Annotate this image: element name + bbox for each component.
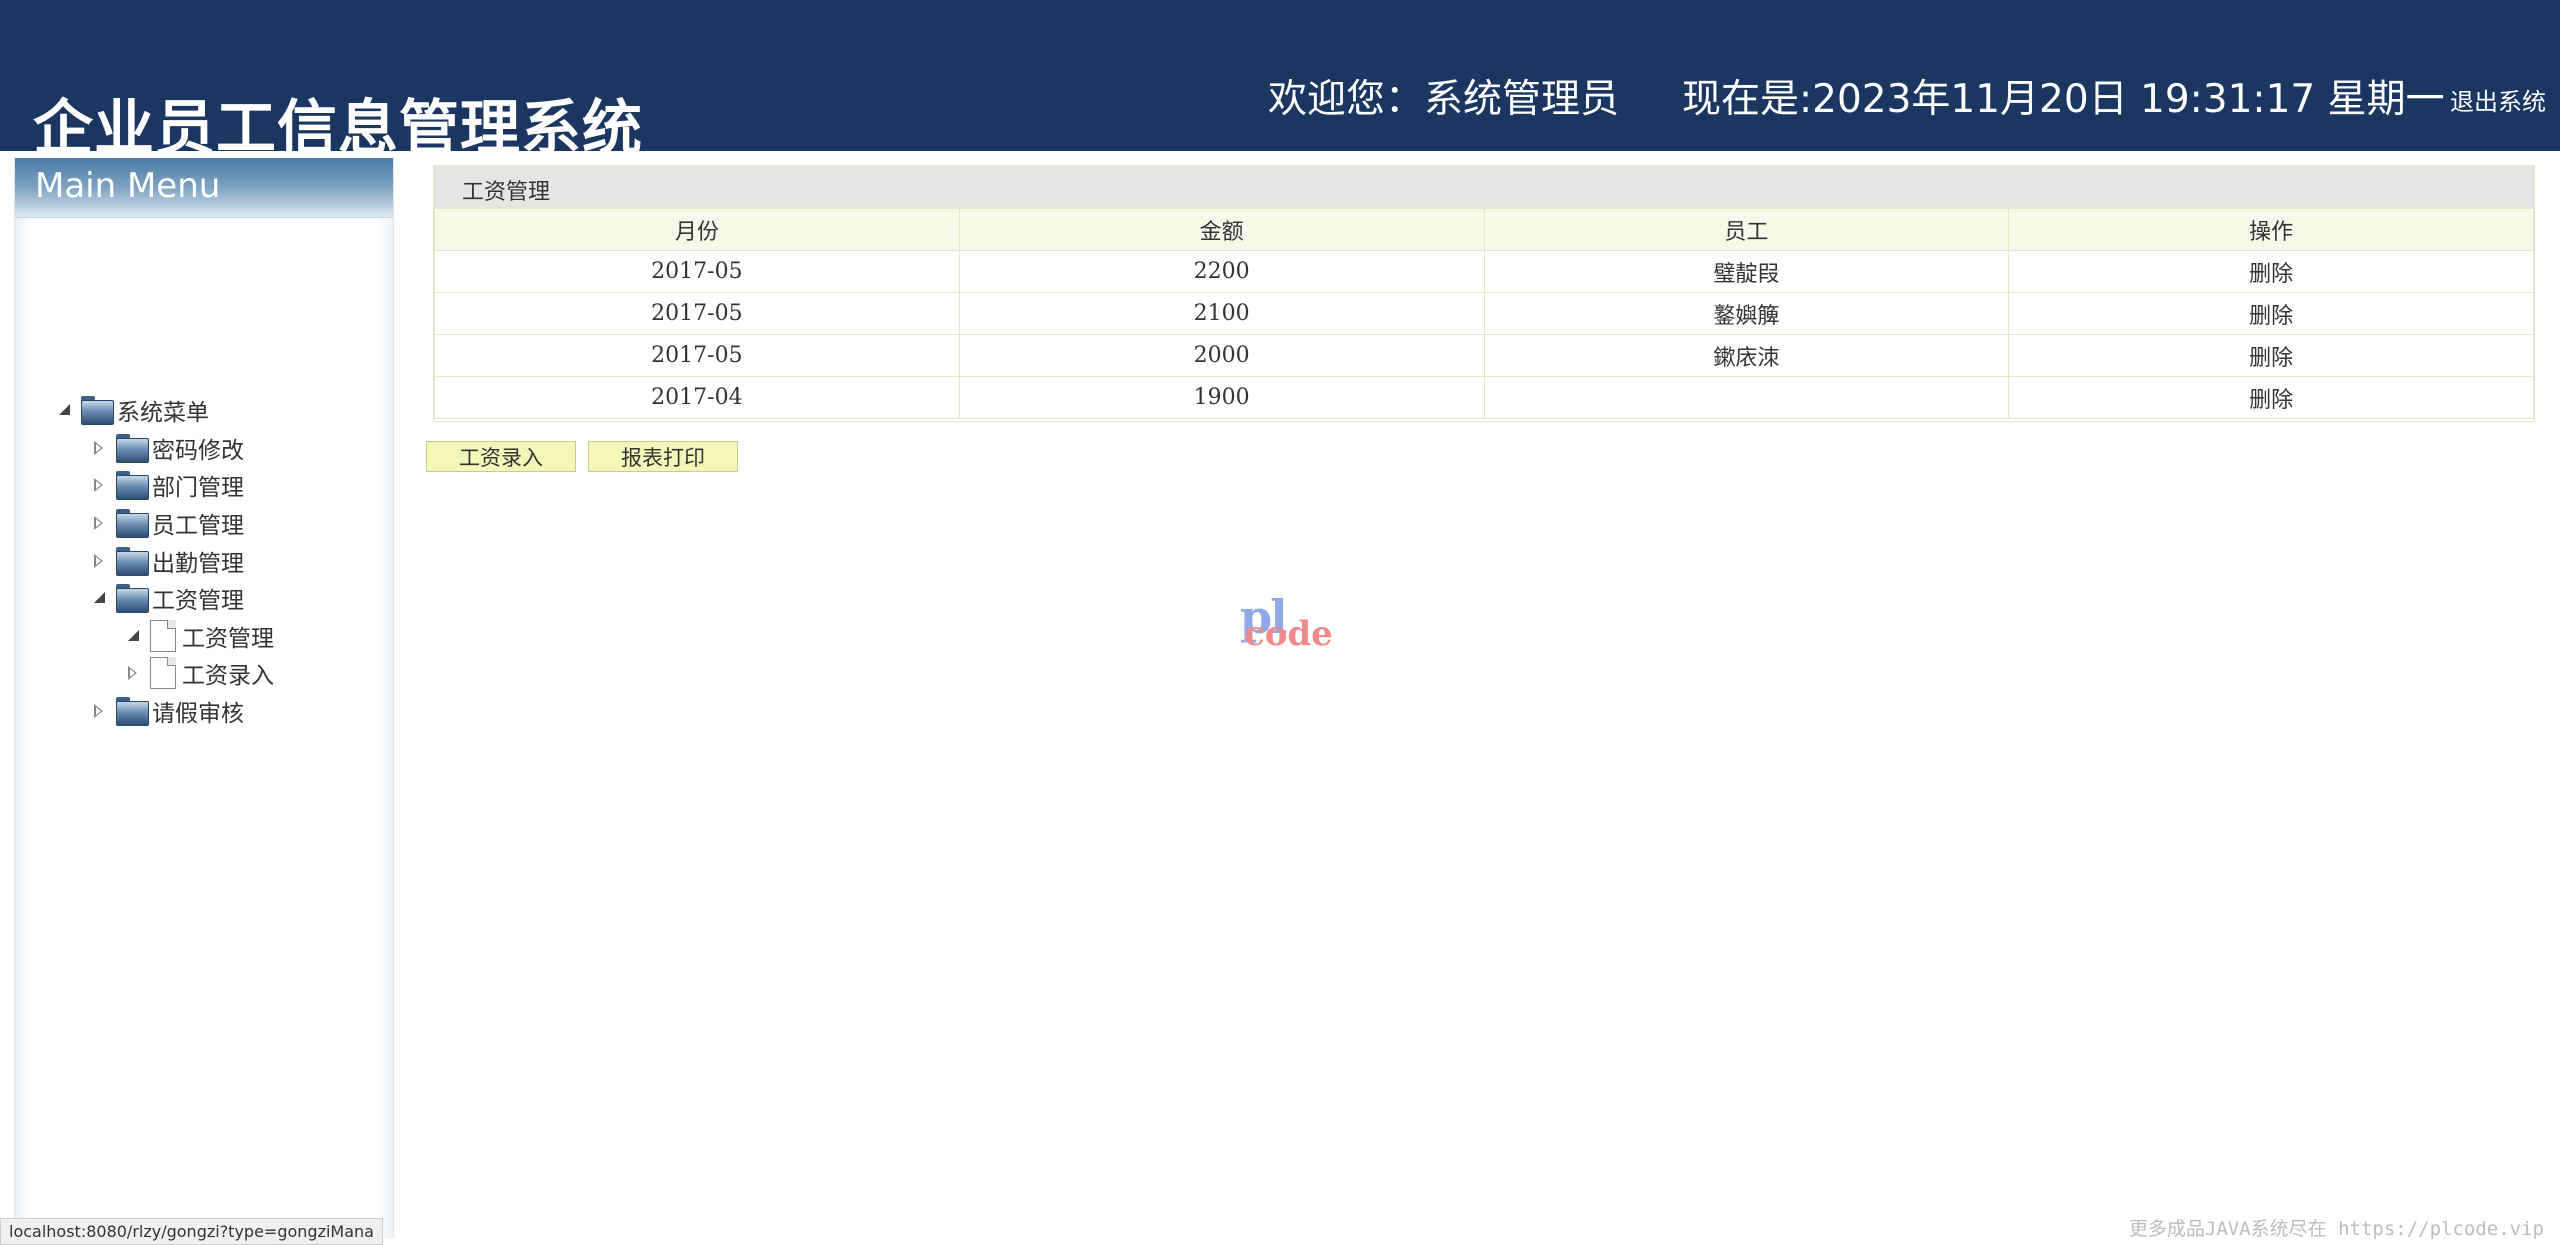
delete-link[interactable]: 删除 xyxy=(2008,334,2534,377)
folder-icon xyxy=(116,434,149,463)
column-header-amount: 金额 xyxy=(958,208,1485,251)
delete-link[interactable]: 删除 xyxy=(2008,376,2534,419)
delete-link[interactable]: 删除 xyxy=(2008,250,2534,293)
tree-node-password[interactable]: 密码修改 xyxy=(92,430,244,466)
tree-node-salary[interactable]: 工资管理 xyxy=(92,580,244,616)
collapse-triangle-icon[interactable] xyxy=(92,591,106,605)
table-header-row: 月份 金额 员工 操作 xyxy=(434,208,2534,251)
cell-employee: 鏉庡洓 xyxy=(1483,334,2010,377)
expand-triangle-icon[interactable] xyxy=(126,666,140,680)
tree-node-label: 工资管理 xyxy=(152,588,244,614)
table-row: 2017-05 2200 璧靛叚 删除 xyxy=(434,250,2534,293)
cell-amount: 2100 xyxy=(958,292,1485,335)
collapse-triangle-icon[interactable] xyxy=(57,403,71,417)
folder-icon xyxy=(116,509,149,538)
file-icon xyxy=(150,657,176,689)
cell-employee: 鐜嬩簲 xyxy=(1483,292,2010,335)
panel-header: 工资管理 xyxy=(434,166,2534,208)
column-header-month: 月份 xyxy=(434,208,960,251)
current-time: 现在是:2023年11月20日 19:31:17 星期一 xyxy=(1682,77,2445,122)
report-print-button[interactable]: 报表打印 xyxy=(588,441,738,472)
tree-node-employee[interactable]: 员工管理 xyxy=(92,505,244,541)
tree-node-label: 部门管理 xyxy=(152,475,244,501)
collapse-triangle-icon[interactable] xyxy=(126,629,140,643)
column-header-action: 操作 xyxy=(2008,208,2534,251)
folder-icon xyxy=(81,396,114,425)
folder-icon xyxy=(116,547,149,576)
expand-triangle-icon[interactable] xyxy=(92,441,106,455)
column-header-employee: 员工 xyxy=(1483,208,2010,251)
logout-link[interactable]: 退出系统 xyxy=(2450,82,2546,117)
tree-node-salary-manage[interactable]: 工资管理 xyxy=(126,618,274,654)
tree-node-label: 密码修改 xyxy=(152,438,244,464)
tree-node-leave[interactable]: 请假审核 xyxy=(92,693,244,729)
table-row: 2017-05 2000 鏉庡洓 删除 xyxy=(434,334,2534,377)
salary-table: 月份 金额 员工 操作 2017-05 2200 璧靛叚 删除 2017-05 … xyxy=(434,208,2534,419)
folder-icon xyxy=(116,471,149,500)
tree-node-label: 出勤管理 xyxy=(152,551,244,577)
folder-icon xyxy=(116,584,149,613)
cell-employee: 璧靛叚 xyxy=(1483,250,2010,293)
status-bar-url: localhost:8080/rlzy/gongzi?type=gongziMa… xyxy=(0,1218,383,1245)
tree-node-label: 系统菜单 xyxy=(117,400,209,426)
welcome-text: 欢迎您：系统管理员 xyxy=(1268,77,1620,122)
plcode-logo: pl code xyxy=(1240,590,1340,660)
left-menu-panel: Main Menu 系统菜单 密码修改 部门管理 员工管理 出勤管理 工资管理 … xyxy=(14,158,394,1238)
tree-node-attendance[interactable]: 出勤管理 xyxy=(92,543,244,579)
cell-month: 2017-04 xyxy=(434,376,960,419)
file-icon xyxy=(150,620,176,652)
folder-icon xyxy=(116,697,149,726)
tree-node-label: 员工管理 xyxy=(152,513,244,539)
logo-text-code: code xyxy=(1244,614,1333,654)
cell-month: 2017-05 xyxy=(434,250,960,293)
tree-node-label: 工资录入 xyxy=(182,663,274,689)
panel-title: 工资管理 xyxy=(462,180,551,205)
tree-node-label: 工资管理 xyxy=(182,626,274,652)
cell-amount: 2000 xyxy=(958,334,1485,377)
salary-entry-button[interactable]: 工资录入 xyxy=(426,441,576,472)
salary-panel: 工资管理 月份 金额 员工 操作 2017-05 2200 璧靛叚 删除 201… xyxy=(433,165,2535,422)
tree-node-label: 请假审核 xyxy=(152,701,244,727)
expand-triangle-icon[interactable] xyxy=(92,704,106,718)
tree-node-department[interactable]: 部门管理 xyxy=(92,467,244,503)
cell-month: 2017-05 xyxy=(434,292,960,335)
cell-employee xyxy=(1483,376,2010,419)
footer-note: 更多成品JAVA系统尽在 https://plcode.vip xyxy=(2128,1218,2544,1240)
expand-triangle-icon[interactable] xyxy=(92,516,106,530)
cell-amount: 2200 xyxy=(958,250,1485,293)
delete-link[interactable]: 删除 xyxy=(2008,292,2534,335)
menu-header: Main Menu xyxy=(15,158,393,218)
top-header: 企业员工信息管理系统 欢迎您：系统管理员 现在是:2023年11月20日 19:… xyxy=(0,0,2560,164)
tree-node-root[interactable]: 系统菜单 xyxy=(57,392,209,428)
expand-triangle-icon[interactable] xyxy=(92,478,106,492)
table-row: 2017-05 2100 鐜嬩簲 删除 xyxy=(434,292,2534,335)
tree-node-salary-entry[interactable]: 工资录入 xyxy=(126,655,274,691)
table-row: 2017-04 1900 删除 xyxy=(434,376,2534,419)
cell-amount: 1900 xyxy=(958,376,1485,419)
cell-month: 2017-05 xyxy=(434,334,960,377)
expand-triangle-icon[interactable] xyxy=(92,554,106,568)
menu-title: Main Menu xyxy=(35,166,221,206)
app-title: 企业员工信息管理系统 xyxy=(33,94,643,164)
